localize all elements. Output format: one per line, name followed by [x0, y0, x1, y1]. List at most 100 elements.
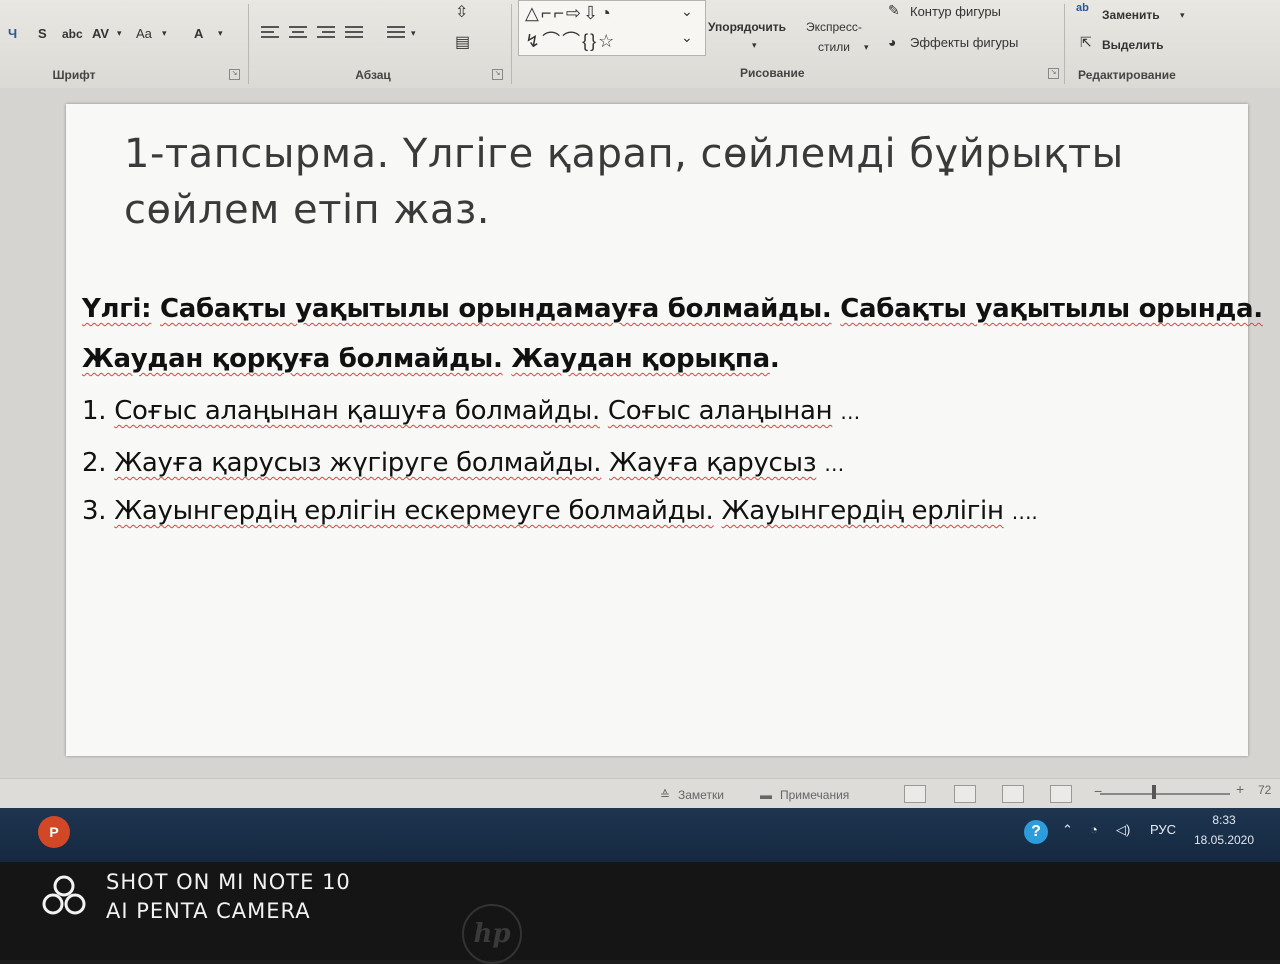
chevron-down-icon[interactable]: ▾ [117, 28, 122, 39]
pencil-icon: ✎ [888, 2, 900, 18]
status-bar: ≙ Заметки ▬ Примечания − + 72 [0, 778, 1280, 809]
wifi-icon[interactable]: ◔ [1090, 822, 1098, 837]
notes-button[interactable]: Заметки [678, 788, 724, 802]
item-number: 3. [82, 496, 107, 526]
chevron-down-icon[interactable]: ▾ [411, 28, 416, 39]
language-indicator[interactable]: РУС [1150, 822, 1176, 837]
item-prompt: Жауға қарусыз [609, 448, 817, 478]
example-answer-2: Жаудан қорықпа [511, 344, 770, 374]
exercise-item-1[interactable]: 1. Соғыс алаңынан қашуға болмайды. Соғыс… [82, 396, 860, 426]
help-icon[interactable]: ? [1024, 820, 1048, 844]
example-line-1[interactable]: Үлгі: Сабақты уақытылы орындамауға болма… [82, 294, 1263, 324]
font-color-button[interactable]: A [194, 26, 203, 41]
item-prompt: Соғыс алаңынан [607, 396, 833, 426]
zoom-slider-thumb[interactable] [1152, 785, 1156, 799]
chevron-down-icon[interactable]: ▾ [162, 28, 167, 39]
align-left-icon[interactable] [261, 26, 279, 40]
drawing-group-label: Рисование [740, 66, 805, 80]
chevron-down-icon[interactable]: ▾ [218, 28, 223, 39]
item-dots: …. [1011, 500, 1038, 524]
shapes-row-2[interactable]: ↯⌒⌒{}☆ [525, 27, 616, 53]
example-sentence-1: Сабақты уақытылы орындамауға болмайды. [160, 294, 832, 324]
gallery-more-icon[interactable]: ⌄ [681, 3, 693, 20]
example-line-2[interactable]: Жаудан қорқуға болмайды. Жаудан қорықпа. [82, 344, 780, 374]
quick-styles-button[interactable]: Экспресс- [806, 20, 862, 34]
justify-icon[interactable] [345, 26, 363, 40]
columns-icon[interactable] [387, 26, 405, 40]
underline-button[interactable]: Ч [8, 26, 17, 41]
watermark-line-2: AI PENTA CAMERA [106, 899, 311, 923]
drawing-dialog-launcher-icon[interactable]: ↘ [1048, 68, 1059, 79]
item-number: 2. [82, 448, 107, 478]
font-group-label: Шрифт [52, 68, 96, 82]
change-case-button[interactable]: Aa [136, 26, 152, 41]
item-sentence: Соғыс алаңынан қашуға болмайды. [114, 396, 600, 426]
zoom-level[interactable]: 72 [1258, 783, 1271, 797]
chevron-down-icon[interactable]: ▾ [752, 40, 757, 51]
clock[interactable]: 8:33 18.05.2020 [1188, 810, 1260, 850]
character-spacing-button[interactable]: AV [92, 26, 109, 41]
select-button[interactable]: Выделить [1102, 38, 1163, 52]
strikethrough-button[interactable]: S [38, 26, 47, 41]
volume-icon[interactable]: ◁) [1116, 822, 1130, 838]
slide-title-line-1: 1-тапсырма. Үлгіге қарап, сөйлемді бұйры… [124, 131, 1124, 177]
normal-view-button[interactable] [904, 785, 926, 803]
notes-icon[interactable]: ≙ [660, 788, 670, 802]
shape-effects-icon: ◕ [888, 34, 897, 50]
zoom-out-button[interactable]: − [1094, 783, 1102, 799]
zoom-in-button[interactable]: + [1236, 781, 1244, 797]
editing-group-label: Редактирование [1078, 68, 1176, 82]
ribbon-separator [1064, 4, 1065, 84]
font-group: Ч S abc AV ▾ Aa ▾ A ▾ Шрифт ↘ [0, 0, 248, 88]
powerpoint-taskbar-icon[interactable]: P [38, 816, 70, 848]
hp-logo: hp [462, 904, 522, 964]
item-sentence: Жауынгердің ерлігін ескермеуге болмайды. [114, 496, 714, 526]
shapes-row-1[interactable]: △⌐⌐⇨⇩◔ [525, 3, 613, 24]
slideshow-view-button[interactable] [1050, 785, 1072, 803]
replace-button[interactable]: Заменить [1102, 8, 1160, 22]
ribbon: Ч S abc AV ▾ Aa ▾ A ▾ Шрифт ↘ ▾ ⇳ ▤ Абза… [0, 0, 1280, 89]
reading-view-button[interactable] [1002, 785, 1024, 803]
align-center-icon[interactable] [289, 26, 307, 40]
quick-styles-button-line2[interactable]: стили [818, 40, 850, 54]
example-answer-1: Сабақты уақытылы орында. [840, 294, 1263, 324]
item-prompt: Жауынгердің ерлігін [721, 496, 1004, 526]
align-right-icon[interactable] [317, 26, 335, 40]
paragraph-group-label: Абзац [355, 68, 391, 82]
comments-icon[interactable]: ▬ [760, 788, 772, 802]
clock-time: 8:33 [1212, 813, 1236, 827]
align-text-icon[interactable]: ▤ [455, 32, 470, 52]
text-direction-icon[interactable]: ⇳ [455, 2, 468, 22]
cursor-icon: ⇱ [1080, 34, 1092, 50]
chevron-up-icon[interactable]: ⌃ [1062, 822, 1073, 838]
camera-brand-logo-icon [42, 875, 86, 915]
paragraph-group: ▾ ⇳ ▤ Абзац ↘ [249, 0, 511, 88]
shapes-gallery[interactable]: △⌐⌐⇨⇩◔ ↯⌒⌒{}☆ ⌄ ⌄ [518, 0, 706, 56]
example-label: Үлгі: [82, 294, 152, 324]
chevron-down-icon[interactable]: ▾ [864, 42, 869, 53]
shape-outline-button[interactable]: Контур фигуры [910, 4, 1001, 19]
slide-title-line-2: сөйлем етіп жаз. [124, 187, 490, 233]
exercise-item-2[interactable]: 2. Жауға қарусыз жүгіруге болмайды. Жауғ… [82, 448, 844, 478]
slide-sorter-view-button[interactable] [954, 785, 976, 803]
photo-watermark: SHOT ON MI NOTE 10 AI PENTA CAMERA [106, 868, 351, 926]
slide-title[interactable]: 1-тапсырма. Үлгіге қарап, сөйлемді бұйры… [124, 126, 1124, 238]
comments-button[interactable]: Примечания [780, 788, 849, 802]
arrange-button[interactable]: Упорядочить [708, 20, 786, 34]
gallery-expand-icon[interactable]: ⌄ [681, 29, 693, 46]
item-sentence: Жауға қарусыз жүгіруге болмайды. [114, 448, 602, 478]
exercise-item-3[interactable]: 3. Жауынгердің ерлігін ескермеуге болмай… [82, 496, 1038, 526]
watermark-line-1: SHOT ON MI NOTE 10 [106, 870, 351, 894]
example-answer-2-dot: . [769, 344, 780, 374]
subscript-button[interactable]: abc [62, 27, 83, 41]
shape-effects-button[interactable]: Эффекты фигуры [910, 35, 1018, 50]
item-dots: … [840, 400, 860, 424]
example-sentence-2: Жаудан қорқуға болмайды. [82, 344, 503, 374]
paragraph-dialog-launcher-icon[interactable]: ↘ [492, 69, 503, 80]
zoom-slider[interactable] [1100, 793, 1230, 795]
item-dots: … [824, 452, 844, 476]
taskbar: P ? ⌃ ◔ ◁) РУС 8:33 18.05.2020 [0, 808, 1280, 862]
replace-icon: ab [1076, 2, 1089, 14]
chevron-down-icon[interactable]: ▾ [1180, 10, 1185, 21]
slide-canvas[interactable]: 1-тапсырма. Үлгіге қарап, сөйлемді бұйры… [66, 104, 1263, 756]
